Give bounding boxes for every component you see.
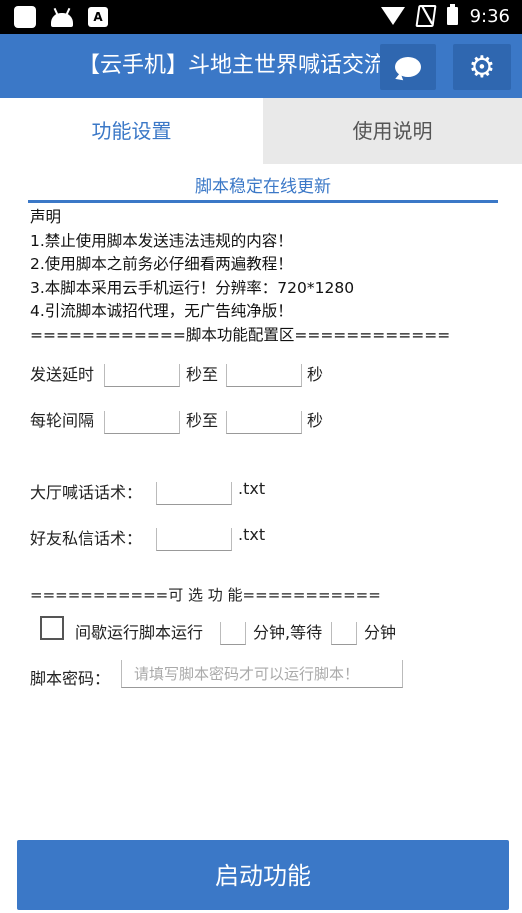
section-divider-config: ============脚本功能配置区============ <box>30 325 451 344</box>
wifi-icon <box>380 7 405 25</box>
settings-button[interactable]: ⚙ <box>453 44 511 90</box>
password-label: 脚本密码： <box>30 669 111 688</box>
intermittent-unit: 分钟 <box>364 623 397 642</box>
app-bar: 【云手机】斗地主世界喊话交流 ⚙ <box>0 34 522 98</box>
update-divider <box>28 200 498 203</box>
round-interval-label: 每轮间隔 <box>30 411 95 430</box>
update-notice: 脚本稳定在线更新 <box>195 177 331 197</box>
intermittent-mid-label: 分钟,等待 <box>253 623 323 642</box>
tab-function-settings[interactable]: 功能设置 <box>0 98 263 164</box>
tab-instructions[interactable]: 使用说明 <box>263 98 522 164</box>
intermittent-run-input[interactable] <box>220 622 246 645</box>
gear-icon: ⚙ <box>468 49 496 85</box>
tab-bar: 功能设置 使用说明 <box>0 98 522 164</box>
send-delay-to-label: 秒至 <box>186 365 219 384</box>
notice-line: 1.禁止使用脚本发送违法违规的内容！ <box>30 231 293 250</box>
round-interval-unit: 秒 <box>307 411 324 430</box>
password-input[interactable]: 请填写脚本密码才可以运行脚本！ <box>121 660 403 688</box>
send-delay-unit: 秒 <box>307 365 324 384</box>
android-icon <box>50 7 74 27</box>
round-interval-min-input[interactable] <box>104 411 180 434</box>
notice-line: 声明 <box>30 208 62 226</box>
section-divider-optional: ===========可 选 功 能=========== <box>30 586 381 604</box>
app-title: 【云手机】斗地主世界喊话交流 <box>78 53 387 78</box>
notice-block: 声明 1.禁止使用脚本发送违法违规的内容！ 2.使用脚本之前务必仔细看两遍教程！… <box>30 206 450 347</box>
intermittent-wait-input[interactable] <box>331 622 357 645</box>
start-button[interactable]: 启动功能 <box>17 840 509 910</box>
notice-line: 4.引流脚本诚招代理，无广告纯净版！ <box>30 302 293 320</box>
accessibility-icon: A <box>88 7 108 27</box>
friend-script-label: 好友私信话术： <box>30 529 143 548</box>
battery-icon <box>446 4 458 25</box>
lobby-script-suffix: .txt <box>238 479 266 498</box>
send-delay-max-input[interactable] <box>226 364 302 387</box>
status-bar: A 9:36 <box>0 0 522 34</box>
chat-button[interactable] <box>380 44 436 90</box>
intermittent-label: 间歇运行脚本运行 <box>75 623 204 642</box>
send-delay-min-input[interactable] <box>104 364 180 387</box>
friend-script-suffix: .txt <box>238 525 266 544</box>
lobby-script-input[interactable] <box>156 482 232 505</box>
lobby-script-label: 大厅喊话话术： <box>30 483 143 502</box>
friend-script-input[interactable] <box>156 528 232 551</box>
chat-bubble-icon <box>395 57 421 77</box>
notice-line: 2.使用脚本之前务必仔细看两遍教程！ <box>30 255 293 273</box>
round-interval-max-input[interactable] <box>226 411 302 434</box>
send-delay-label: 发送延时 <box>30 365 95 384</box>
square-icon <box>14 6 36 28</box>
no-signal-icon <box>415 5 437 27</box>
round-interval-to-label: 秒至 <box>186 411 219 430</box>
notice-line: 3.本脚本采用云手机运行！分辨率：720*1280 <box>30 278 355 297</box>
intermittent-checkbox[interactable] <box>40 616 64 640</box>
status-time: 9:36 <box>469 5 510 27</box>
